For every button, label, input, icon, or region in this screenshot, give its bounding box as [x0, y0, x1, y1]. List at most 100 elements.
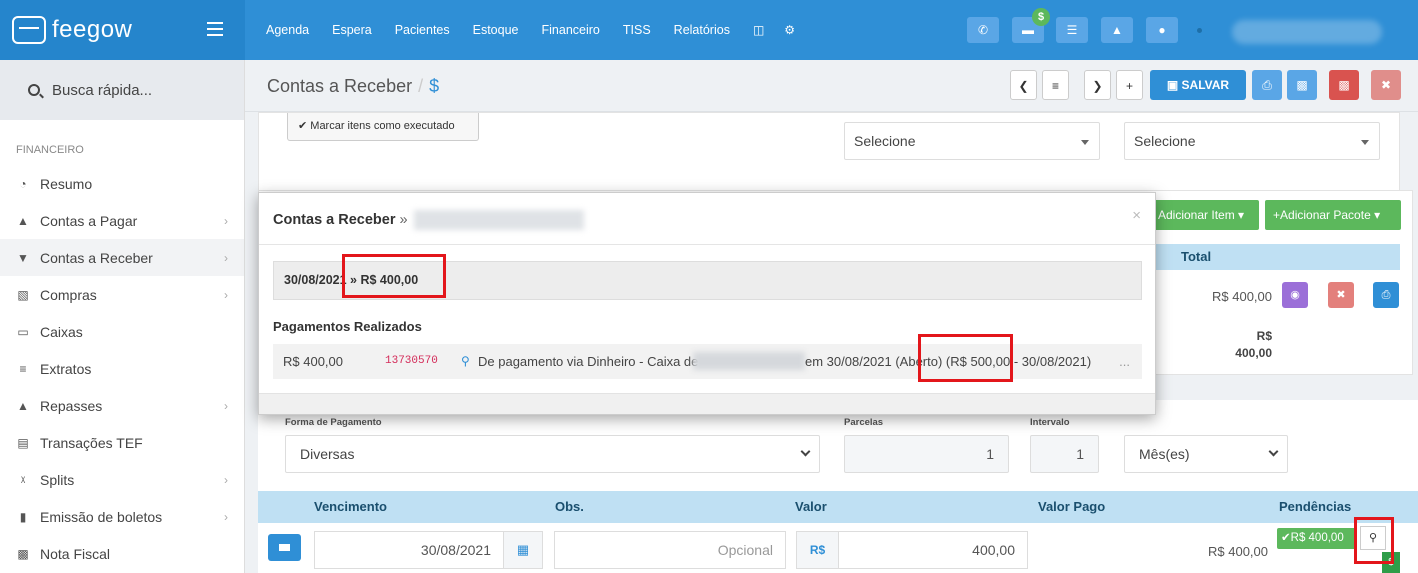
next-button[interactable]: ❯ — [1084, 70, 1111, 100]
nav-estoque[interactable]: Estoque — [473, 23, 519, 37]
sidebar-item-contas-a-pagar[interactable]: ▲ Contas a Pagar › — [0, 202, 244, 239]
sidebar-item-compras[interactable]: ▧ Compras › — [0, 276, 244, 313]
more-options[interactable]: ... — [1119, 344, 1130, 379]
sidebar-item-resumo[interactable]: ◔ Resumo — [0, 165, 244, 202]
database-icon[interactable]: ◫ — [753, 23, 764, 37]
add-button[interactable]: + — [1116, 70, 1143, 100]
periodo-select[interactable]: Mês(es) — [1124, 435, 1288, 473]
col-vencimento: Vencimento — [314, 499, 387, 514]
mark-executed-button[interactable]: ✔ Marcar itens como executado — [287, 113, 479, 141]
credit-card-icon: ▤ — [17, 435, 29, 450]
sidebar-item-contas-a-receber[interactable]: ▼ Contas a Receber › — [0, 239, 244, 276]
page-title-text: Contas a Receber — [267, 76, 413, 96]
sidebar-item-nota-fiscal[interactable]: ▩ Nota Fiscal — [0, 535, 244, 572]
profissional-select[interactable]: Selecione — [844, 122, 1100, 160]
sidebar-item-label: Nota Fiscal — [40, 545, 111, 562]
quick-search[interactable]: Busca rápida... — [0, 60, 244, 120]
total-column-header: Total — [1155, 244, 1400, 270]
nav-relatorios[interactable]: Relatórios — [674, 23, 730, 37]
delete-button[interactable]: ✖ — [1371, 70, 1401, 100]
sidebar-item-splits[interactable]: ᵡ Splits › — [0, 461, 244, 498]
pendencia-value: R$ 400,00 — [1290, 532, 1344, 544]
caret-down-icon — [1361, 140, 1369, 145]
bell-icon[interactable]: ▲ — [1101, 17, 1133, 43]
sidebar-item-emissao-de-boletos[interactable]: ▮ Emissão de boletos › — [0, 498, 244, 535]
pie-chart-icon: ◔ — [19, 176, 27, 191]
sidebar-item-extratos[interactable]: ≡ Extratos — [0, 350, 244, 387]
highlight-box — [918, 334, 1013, 382]
sidebar-item-repasses[interactable]: ▲ Repasses › — [0, 387, 244, 424]
nav-agenda[interactable]: Agenda — [266, 23, 309, 37]
close-icon[interactable]: × — [1132, 207, 1141, 224]
sidebar-section-title: FINANCEIRO — [16, 144, 84, 156]
vencimento-input[interactable]: 30/08/2021 — [314, 531, 504, 569]
gear-icon[interactable]: ⚙ — [784, 23, 795, 37]
pendencia-badge[interactable]: ✔R$ 400,00 — [1277, 528, 1357, 549]
item-total-value: R$ 400,00 — [1212, 289, 1272, 304]
save-button[interactable]: ▣ SALVAR — [1150, 70, 1246, 100]
tabela-select-value: Selecione — [1134, 133, 1196, 149]
barcode-icon: ▮ — [19, 509, 27, 524]
nav-financeiro[interactable]: Financeiro — [542, 23, 600, 37]
intervalo-input[interactable]: 1 — [1030, 435, 1099, 473]
check-circle-icon: ✔ — [298, 120, 311, 132]
valor-input[interactable]: 400,00 — [838, 531, 1028, 569]
highlight-box — [1354, 517, 1394, 564]
sidebar-item-label: Emissão de boletos — [40, 508, 163, 525]
print-button[interactable]: ⎙ — [1252, 70, 1282, 100]
list-icon: ≡ — [19, 361, 27, 376]
valor-pago-value: R$ 400,00 — [1208, 544, 1268, 559]
save-icon: ▣ — [1166, 78, 1182, 92]
print-icon[interactable]: ⎙ — [1373, 282, 1399, 308]
sidebar-item-label: Resumo — [40, 175, 93, 192]
chevron-down-icon — [800, 446, 811, 457]
payment-description[interactable]: De pagamento via Dinheiro - Caixa de — [478, 344, 698, 379]
remove-item-icon[interactable]: ✖ — [1328, 282, 1354, 308]
camera-icon[interactable]: ◉ — [1282, 282, 1308, 308]
forma-pagamento-select[interactable]: Diversas — [285, 435, 820, 473]
sitemap-icon: ▲ — [17, 398, 29, 413]
col-valor: Valor — [795, 499, 827, 514]
chevron-right-icon: › — [224, 287, 228, 302]
zoom-icon[interactable]: ⚲ — [461, 344, 470, 379]
list-icon[interactable]: ☰ — [1056, 17, 1088, 43]
mark-executed-label: Marcar itens como executado — [310, 120, 455, 132]
sidebar-menu: ◔ Resumo ▲ Contas a Pagar › ▼ Contas a Receb… — [0, 165, 244, 572]
nav-espera[interactable]: Espera — [332, 23, 372, 37]
brand-logo[interactable]: feegow — [0, 0, 245, 60]
parcelas-input[interactable]: 1 — [844, 435, 1009, 473]
nav-pacientes[interactable]: Pacientes — [395, 23, 450, 37]
tabela-select[interactable]: Selecione — [1124, 122, 1380, 160]
modal-header: Contas a Receber » × — [259, 193, 1155, 245]
installment-card-icon[interactable] — [268, 534, 301, 561]
profissional-select-value: Selecione — [854, 133, 916, 149]
obs-input[interactable]: Opcional — [554, 531, 786, 569]
split-icon: ᵡ — [20, 472, 26, 487]
cart-icon: ▧ — [17, 287, 29, 302]
list-button[interactable]: ≡ — [1042, 70, 1069, 100]
pdf-button[interactable]: ▩ — [1329, 70, 1359, 100]
file-button[interactable]: ▩ — [1287, 70, 1317, 100]
intervalo-label: Intervalo — [1030, 417, 1070, 428]
calendar-icon[interactable]: ▦ — [503, 531, 543, 569]
add-package-button[interactable]: +Adicionar Pacote ▾ — [1265, 200, 1401, 230]
payment-details-modal: Contas a Receber » × 30/08/2021 » R$ 400… — [258, 192, 1156, 415]
sidebar-item-label: Contas a Pagar — [40, 212, 138, 229]
brand-name: feegow — [52, 16, 133, 43]
prev-button[interactable]: ❮ — [1010, 70, 1037, 100]
sidebar-item-label: Contas a Receber — [40, 249, 153, 266]
sidebar-item-transacoes-tef[interactable]: ▤ Transações TEF — [0, 424, 244, 461]
patient-name-redacted — [414, 210, 584, 230]
payments-section-title: Pagamentos Realizados — [273, 319, 422, 334]
chevron-down-icon — [1268, 446, 1279, 457]
user-menu[interactable] — [1232, 20, 1382, 44]
sidebar-item-caixas[interactable]: ▭ Caixas — [0, 313, 244, 350]
phone-icon[interactable]: ✆ — [967, 17, 999, 43]
chat-icon[interactable]: ● — [1146, 17, 1178, 43]
col-pendencias: Pendências — [1279, 499, 1352, 514]
add-item-button[interactable]: Adicionar Item ▾ — [1150, 200, 1259, 230]
notification-badge: $ — [1032, 8, 1050, 26]
check-icon: ✔ — [1281, 532, 1291, 544]
nav-tiss[interactable]: TISS — [623, 23, 651, 37]
hamburger-icon[interactable] — [207, 22, 223, 40]
